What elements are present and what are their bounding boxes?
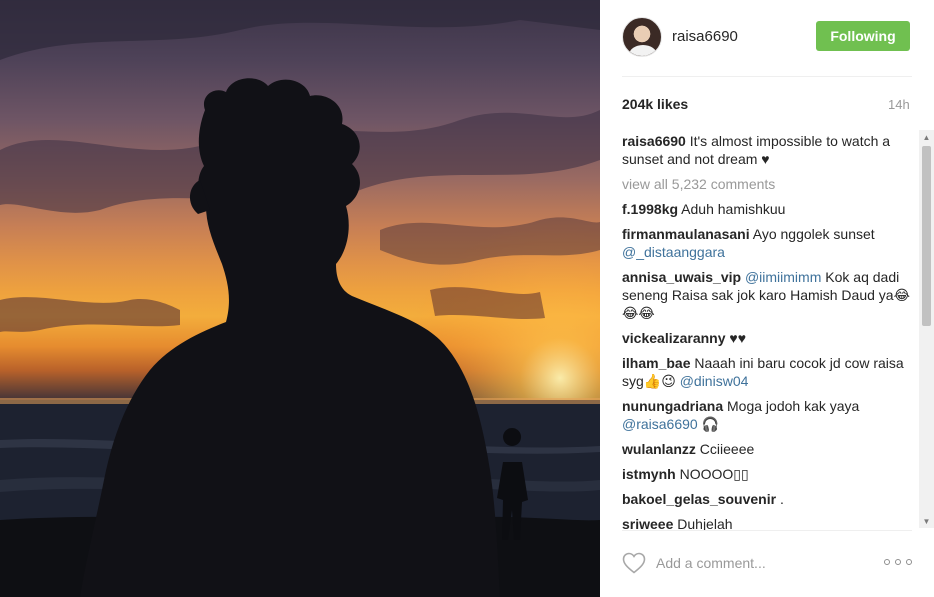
list-item: vickealizaranny ♥♥ [622,329,918,347]
comments-list: raisa6690 It's almost impossible to watc… [622,132,918,530]
comment-footer [600,530,934,597]
likes-count[interactable]: 204k likes [622,96,688,112]
comment-username[interactable]: sriweee [622,516,673,530]
comment-text: Aduh hamishkuu [681,201,786,217]
list-item: istmynh NOOOO▯▯ [622,465,918,483]
comment-text: ♥♥ [729,330,747,346]
view-all-comments-link[interactable]: view all 5,232 comments [622,175,918,193]
comment-text: Moga jodoh kak yaya [727,398,860,414]
scrollbar-thumb[interactable] [922,146,931,326]
add-comment-input[interactable] [656,552,876,574]
comment-username[interactable]: f.1998kg [622,201,678,217]
post-time[interactable]: 14h [888,97,910,112]
following-button[interactable]: Following [816,21,910,51]
comment-username[interactable]: nunungadriana [622,398,723,414]
list-item: sriweee Duhjelah [622,515,918,530]
comment-username[interactable]: ilham_bae [622,355,690,371]
comment-mention[interactable]: @raisa6690 [622,416,698,432]
comment-username[interactable]: bakoel_gelas_souvenir [622,491,776,507]
comment-mention[interactable]: @_distaanggara [622,244,725,260]
caption-username[interactable]: raisa6690 [622,133,686,149]
caption: raisa6690 It's almost impossible to watc… [622,132,918,168]
comment-text: Ayo nggolek sunset [752,226,875,242]
more-options-icon[interactable] [884,555,912,569]
avatar-shoulders [629,45,657,56]
scroll-down-arrow-icon[interactable]: ▼ [919,514,934,528]
more-dot [895,559,901,565]
comment-text: Duhjelah [677,516,733,530]
comment-username[interactable]: firmanmaulanasani [622,226,750,242]
list-item: bakoel_gelas_souvenir . [622,490,918,508]
list-item: annisa_uwais_vip @iimiimimm Kok aq dadi … [622,268,918,322]
comments-scrollbar[interactable]: ▲ ▼ [919,130,934,528]
avatar[interactable] [622,17,662,57]
scroll-up-arrow-icon[interactable]: ▲ [919,130,934,144]
comment-mention[interactable]: @iimiimimm [745,269,821,285]
list-item: f.1998kg Aduh hamishkuu [622,200,918,218]
list-item: firmanmaulanasani Ayo nggolek sunset @_d… [622,225,918,261]
list-item: nunungadriana Moga jodoh kak yaya @raisa… [622,397,918,433]
post-details-panel: raisa6690 Following 204k likes 14h raisa… [600,0,934,597]
more-dot [906,559,912,565]
more-dot [884,559,890,565]
post-photo [0,0,600,597]
comment-text: NOOOO▯▯ [679,466,749,482]
comment-emoji: 🎧 [701,416,720,432]
comment-mention[interactable]: @dinisw04 [680,373,749,389]
post-header: raisa6690 Following [600,0,934,76]
list-item: wulanlanzz Cciieeee [622,440,918,458]
comment-username[interactable]: wulanlanzz [622,441,696,457]
comment-text: . [779,491,784,507]
comment-username[interactable]: vickealizaranny [622,330,726,346]
comment-text: Cciieeee [699,441,755,457]
comment-username[interactable]: annisa_uwais_vip [622,269,741,285]
list-item: ilham_bae Naaah ini baru cocok jd cow ra… [622,354,918,390]
header-divider [622,76,912,77]
username-link[interactable]: raisa6690 [672,28,738,45]
comment-username[interactable]: istmynh [622,466,676,482]
sunset-silhouette-image [0,0,600,597]
heart-outline-icon[interactable] [622,552,646,574]
